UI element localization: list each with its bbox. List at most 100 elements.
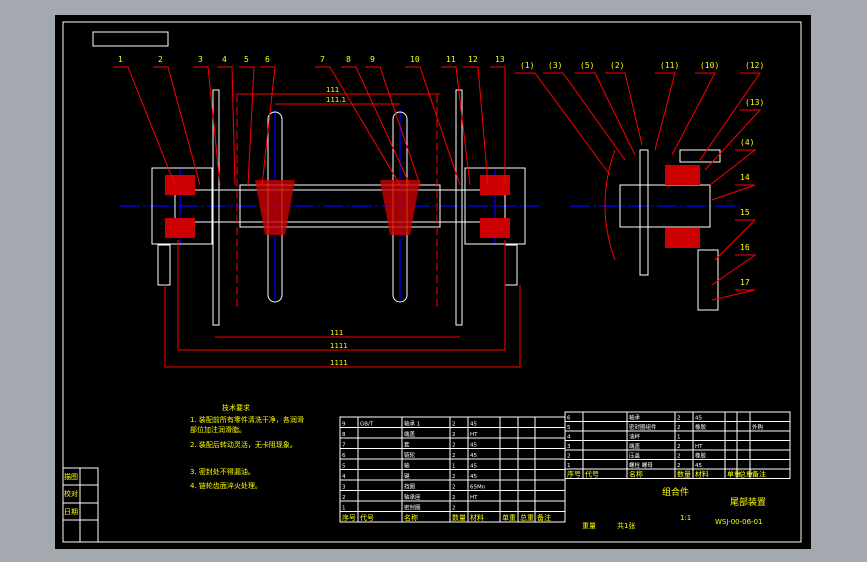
table-cell: 轴承 — [629, 414, 641, 422]
table-cell: 2 — [452, 474, 456, 480]
table-cell: 1 — [342, 506, 346, 512]
table-cell: 2 — [677, 425, 681, 431]
title-sheet: 共1张 — [617, 521, 635, 530]
table-header: 数量 — [677, 470, 691, 479]
table-cell: 轴 — [404, 462, 410, 470]
table-cell: 65Mn — [470, 485, 486, 491]
cad-drawing: 描图 校对 日期 111 111.1 111 1111 1111 1 2 3 4… — [55, 15, 811, 549]
part-balloon: (3) — [548, 61, 562, 70]
notes-title: 技术要求 — [222, 403, 250, 412]
title-drawing-no: WSJ-00-06-01 — [715, 518, 762, 526]
table-cell: 45 — [470, 453, 477, 459]
table-cell: 2 — [342, 495, 346, 501]
table-cell: 5 — [342, 464, 346, 470]
table-cell: 8 — [342, 432, 346, 438]
table-cell: 橡胶 — [695, 452, 707, 460]
table-cell: 1 — [452, 464, 456, 470]
part-balloon: 8 — [346, 55, 351, 64]
table-header: 名称 — [629, 470, 643, 479]
part-balloon: 3 — [198, 55, 203, 64]
table-header: 材料 — [470, 513, 484, 522]
dimension-text: 111.1 — [326, 96, 346, 104]
table-cell: HT — [695, 444, 703, 450]
table-cell: GB/T — [360, 422, 374, 428]
part-balloon: 2 — [158, 55, 163, 64]
note-line: 部位加注润滑脂。 — [190, 425, 246, 434]
part-balloon: (4) — [740, 138, 754, 147]
table-cell: 链轮 — [404, 451, 416, 459]
part-balloon: (5) — [580, 61, 594, 70]
table-cell: 2 — [452, 432, 456, 438]
title-scale: 1:1 — [680, 514, 691, 522]
part-balloon: 12 — [468, 55, 478, 64]
table-cell: 轴承 1 — [404, 420, 420, 428]
table-cell: 3 — [342, 485, 346, 491]
part-balloon: 17 — [740, 278, 750, 287]
table-cell: 2 — [452, 506, 456, 512]
table-header: 材料 — [695, 470, 709, 479]
part-balloon: 7 — [320, 55, 325, 64]
table-cell: 45 — [470, 422, 477, 428]
table-cell: 1 — [567, 463, 571, 469]
table-cell: 2 — [452, 422, 456, 428]
table-cell: 2 — [452, 453, 456, 459]
side-label: 描图 — [64, 472, 78, 481]
table-cell: 油杯 — [629, 433, 641, 441]
note-line: 1. 装配前所有零件清洗干净，各润滑 — [190, 415, 304, 424]
part-balloon: 1 — [118, 55, 123, 64]
side-label: 日期 — [64, 508, 78, 516]
part-balloon: 6 — [265, 55, 270, 64]
title-weight: 重量 — [582, 522, 596, 530]
table-header: 单重 — [502, 513, 516, 522]
part-balloon: (11) — [660, 61, 679, 70]
part-balloon: 5 — [244, 55, 249, 64]
table-cell: HT — [470, 495, 478, 501]
note-line: 2. 装配后转动灵活，无卡阻现象。 — [190, 440, 297, 449]
part-balloon: 11 — [446, 55, 456, 64]
table-header: 数量 — [452, 513, 466, 522]
table-cell: 45 — [470, 464, 477, 470]
table-cell: 密封圈组件 — [629, 423, 657, 431]
table-cell: 橡胶 — [695, 423, 707, 431]
table-cell: 4 — [342, 474, 346, 480]
part-balloon: 16 — [740, 243, 750, 252]
part-balloon: (10) — [700, 61, 719, 70]
table-cell: 7 — [342, 443, 346, 449]
table-header: 名称 — [404, 513, 418, 522]
table-cell: 密封圈 — [404, 504, 421, 512]
table-cell: 轴承座 — [404, 493, 421, 501]
table-header: 代号 — [360, 513, 374, 522]
side-label: 校对 — [64, 489, 78, 498]
title-assembly: 组合件 — [662, 486, 689, 498]
dimension-text: 1111 — [330, 342, 348, 350]
part-balloon: 9 — [370, 55, 375, 64]
dimension-text: 111 — [330, 329, 343, 337]
table-cell: 3 — [567, 444, 571, 450]
part-balloon: 15 — [740, 208, 750, 217]
table-cell: 9 — [342, 422, 346, 428]
table-cell: 2 — [452, 485, 456, 491]
dimension-text: 1111 — [330, 359, 348, 367]
table-header: 总重 — [520, 513, 534, 522]
note-line: 3. 密封处不得漏油。 — [190, 467, 255, 476]
table-header: 序号 — [567, 470, 581, 479]
note-line: 4. 链轮齿面淬火处理。 — [190, 481, 262, 490]
part-balloon: (2) — [610, 61, 624, 70]
table-cell: 键 — [404, 472, 410, 480]
table-cell: 压盖 — [629, 452, 641, 460]
table-cell: 45 — [470, 474, 477, 480]
table-cell: 1 — [677, 435, 681, 441]
table-cell: 套 — [404, 441, 410, 449]
part-balloon: 10 — [410, 55, 420, 64]
table-cell: 45 — [470, 443, 477, 449]
table-cell: 外购 — [752, 423, 764, 431]
dimension-text: 111 — [326, 86, 339, 94]
part-balloon: (12) — [745, 61, 764, 70]
table-cell: 2 — [567, 454, 571, 460]
table-header: 序号 — [342, 513, 356, 522]
table-header: 备注 — [752, 470, 766, 479]
table-cell: 2 — [452, 495, 456, 501]
table-header: 备注 — [537, 513, 551, 522]
table-cell: 6 — [342, 453, 346, 459]
table-cell: 45 — [695, 416, 702, 422]
